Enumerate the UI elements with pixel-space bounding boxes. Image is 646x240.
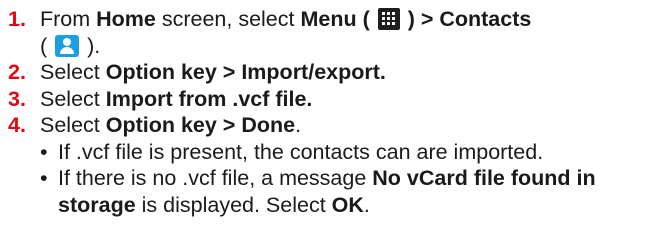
step-text: .	[295, 113, 302, 137]
bullet-dot: •	[40, 139, 48, 164]
paren-close: ).	[81, 33, 101, 58]
contacts-person-icon	[55, 34, 80, 57]
home-label: Home	[96, 7, 156, 31]
bullet-text: .	[363, 192, 370, 217]
bullet-text: If there is no .vcf file, a message	[58, 166, 373, 190]
step-text: Select	[40, 86, 106, 111]
step-3: 3. Select Import from .vcf file.	[0, 86, 646, 113]
bullet-dot: •	[40, 166, 48, 190]
bullet-text: If .vcf file is present, the contacts ca…	[58, 139, 544, 164]
import-vcf-label: Import from .vcf file.	[105, 86, 313, 111]
menu-label: Menu	[300, 7, 357, 31]
ok-label: OK	[331, 192, 364, 217]
step-number: 2.	[8, 60, 26, 84]
step-number: 4.	[8, 113, 26, 137]
contacts-label: ) > Contacts	[401, 7, 532, 31]
instructions: 1. From Home screen, select Menu ( ) > C…	[0, 0, 646, 218]
paren-open: (	[40, 33, 54, 58]
step-1: 1. From Home screen, select Menu ( ) > C…	[0, 6, 646, 59]
step-text: Select	[40, 60, 106, 84]
step-text: From	[40, 7, 97, 31]
list-item: • If .vcf file is present, the contacts …	[0, 139, 646, 166]
step-2: 2. Select Option key > Import/export.	[0, 59, 646, 86]
list-item: • If there is no .vcf file, a message No…	[0, 165, 646, 218]
step-number: 1.	[8, 7, 26, 31]
bullet-text: is displayed. Select	[135, 192, 332, 217]
import-export-label: Option key > Import/export.	[105, 60, 386, 84]
option-done-label: Option key > Done	[105, 113, 296, 137]
step-text: screen, select	[155, 7, 301, 31]
step-4-notes: • If .vcf file is present, the contacts …	[0, 139, 646, 219]
menu-grid-icon	[377, 8, 400, 30]
step-number: 3.	[8, 86, 26, 111]
paren-open: (	[356, 7, 376, 31]
step-text: Select	[40, 113, 106, 137]
step-4: 4. Select Option key > Done.	[0, 112, 646, 139]
